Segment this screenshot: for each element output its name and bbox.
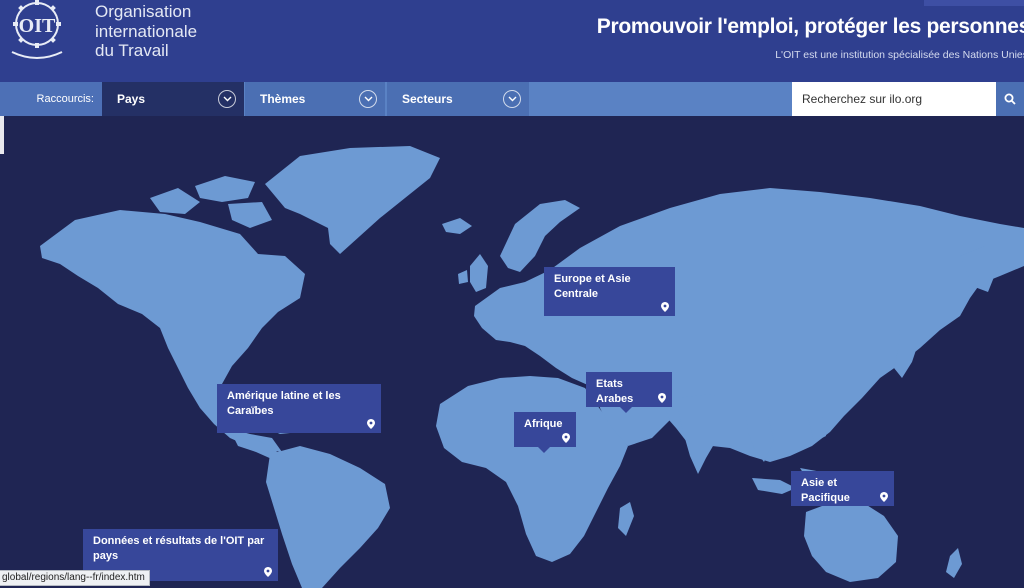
chevron-down-icon[interactable] bbox=[503, 90, 521, 108]
site-tagline: Promouvoir l'emploi, protéger les person… bbox=[596, 15, 1024, 38]
region-europe-central-asia[interactable]: Europe et Asie Centrale bbox=[544, 267, 675, 316]
callout-tail bbox=[620, 407, 632, 413]
map-pin-icon bbox=[880, 492, 888, 502]
callout-tail bbox=[538, 447, 550, 453]
map-pin-icon bbox=[264, 567, 272, 577]
tab-themes-label: Thèmes bbox=[260, 92, 306, 106]
organization-name[interactable]: Organisation internationale du Travail bbox=[95, 2, 197, 61]
region-label: Asie et Pacifique bbox=[801, 477, 850, 504]
shortcuts-label: Raccourcis: bbox=[0, 82, 102, 116]
region-asia-pacific[interactable]: Asie et Pacifique bbox=[791, 471, 894, 506]
region-label: Données et résultats de l'OIT par pays bbox=[93, 535, 265, 562]
map-pin-icon bbox=[658, 393, 666, 403]
region-label: Etats Arabes bbox=[596, 378, 634, 405]
tab-pays[interactable]: Pays bbox=[102, 82, 244, 116]
browser-status-bar: global/regions/lang--fr/index.htm bbox=[0, 570, 150, 586]
map-pin-icon bbox=[367, 419, 375, 429]
tab-themes[interactable]: Thèmes bbox=[245, 82, 385, 116]
tab-pays-label: Pays bbox=[117, 92, 146, 106]
ilo-logo[interactable]: OIT bbox=[4, 0, 84, 64]
chevron-down-icon[interactable] bbox=[218, 90, 236, 108]
search-button[interactable] bbox=[996, 82, 1024, 116]
site-subtagline: L'OIT est une institution spécialisée de… bbox=[775, 49, 1024, 61]
site-header: OIT Organisation internationale du Trava… bbox=[0, 0, 1024, 82]
tab-secteurs-label: Secteurs bbox=[402, 92, 453, 106]
status-url: global/regions/lang--fr/index.htm bbox=[2, 572, 145, 583]
org-name-line-3: du Travail bbox=[95, 41, 169, 60]
search-icon bbox=[1004, 93, 1016, 105]
region-latin-america-caribbean[interactable]: Amérique latine et les Caraïbes bbox=[217, 384, 381, 433]
org-name-line-2: internationale bbox=[95, 21, 198, 41]
chevron-down-icon[interactable] bbox=[359, 90, 377, 108]
region-label: Europe et Asie Centrale bbox=[554, 273, 631, 300]
region-arab-states[interactable]: Etats Arabes bbox=[586, 372, 672, 413]
logo-text: OIT bbox=[19, 15, 56, 37]
world-map: Europe et Asie Centrale Amérique latine … bbox=[0, 116, 1024, 588]
tab-secteurs[interactable]: Secteurs bbox=[387, 82, 529, 116]
org-name-line-1: Organisation bbox=[95, 2, 192, 21]
search-input[interactable] bbox=[792, 82, 996, 116]
region-label: Amérique latine et les Caraïbes bbox=[227, 390, 341, 417]
map-pin-icon bbox=[562, 433, 570, 443]
header-top-strip bbox=[924, 0, 1024, 6]
shortcuts-navbar: Raccourcis: Pays Thèmes Secteurs bbox=[0, 82, 1024, 116]
region-label: Afrique bbox=[524, 418, 563, 430]
region-africa[interactable]: Afrique bbox=[514, 412, 576, 453]
map-pin-icon bbox=[661, 302, 669, 312]
world-map-graphic bbox=[40, 146, 1024, 588]
